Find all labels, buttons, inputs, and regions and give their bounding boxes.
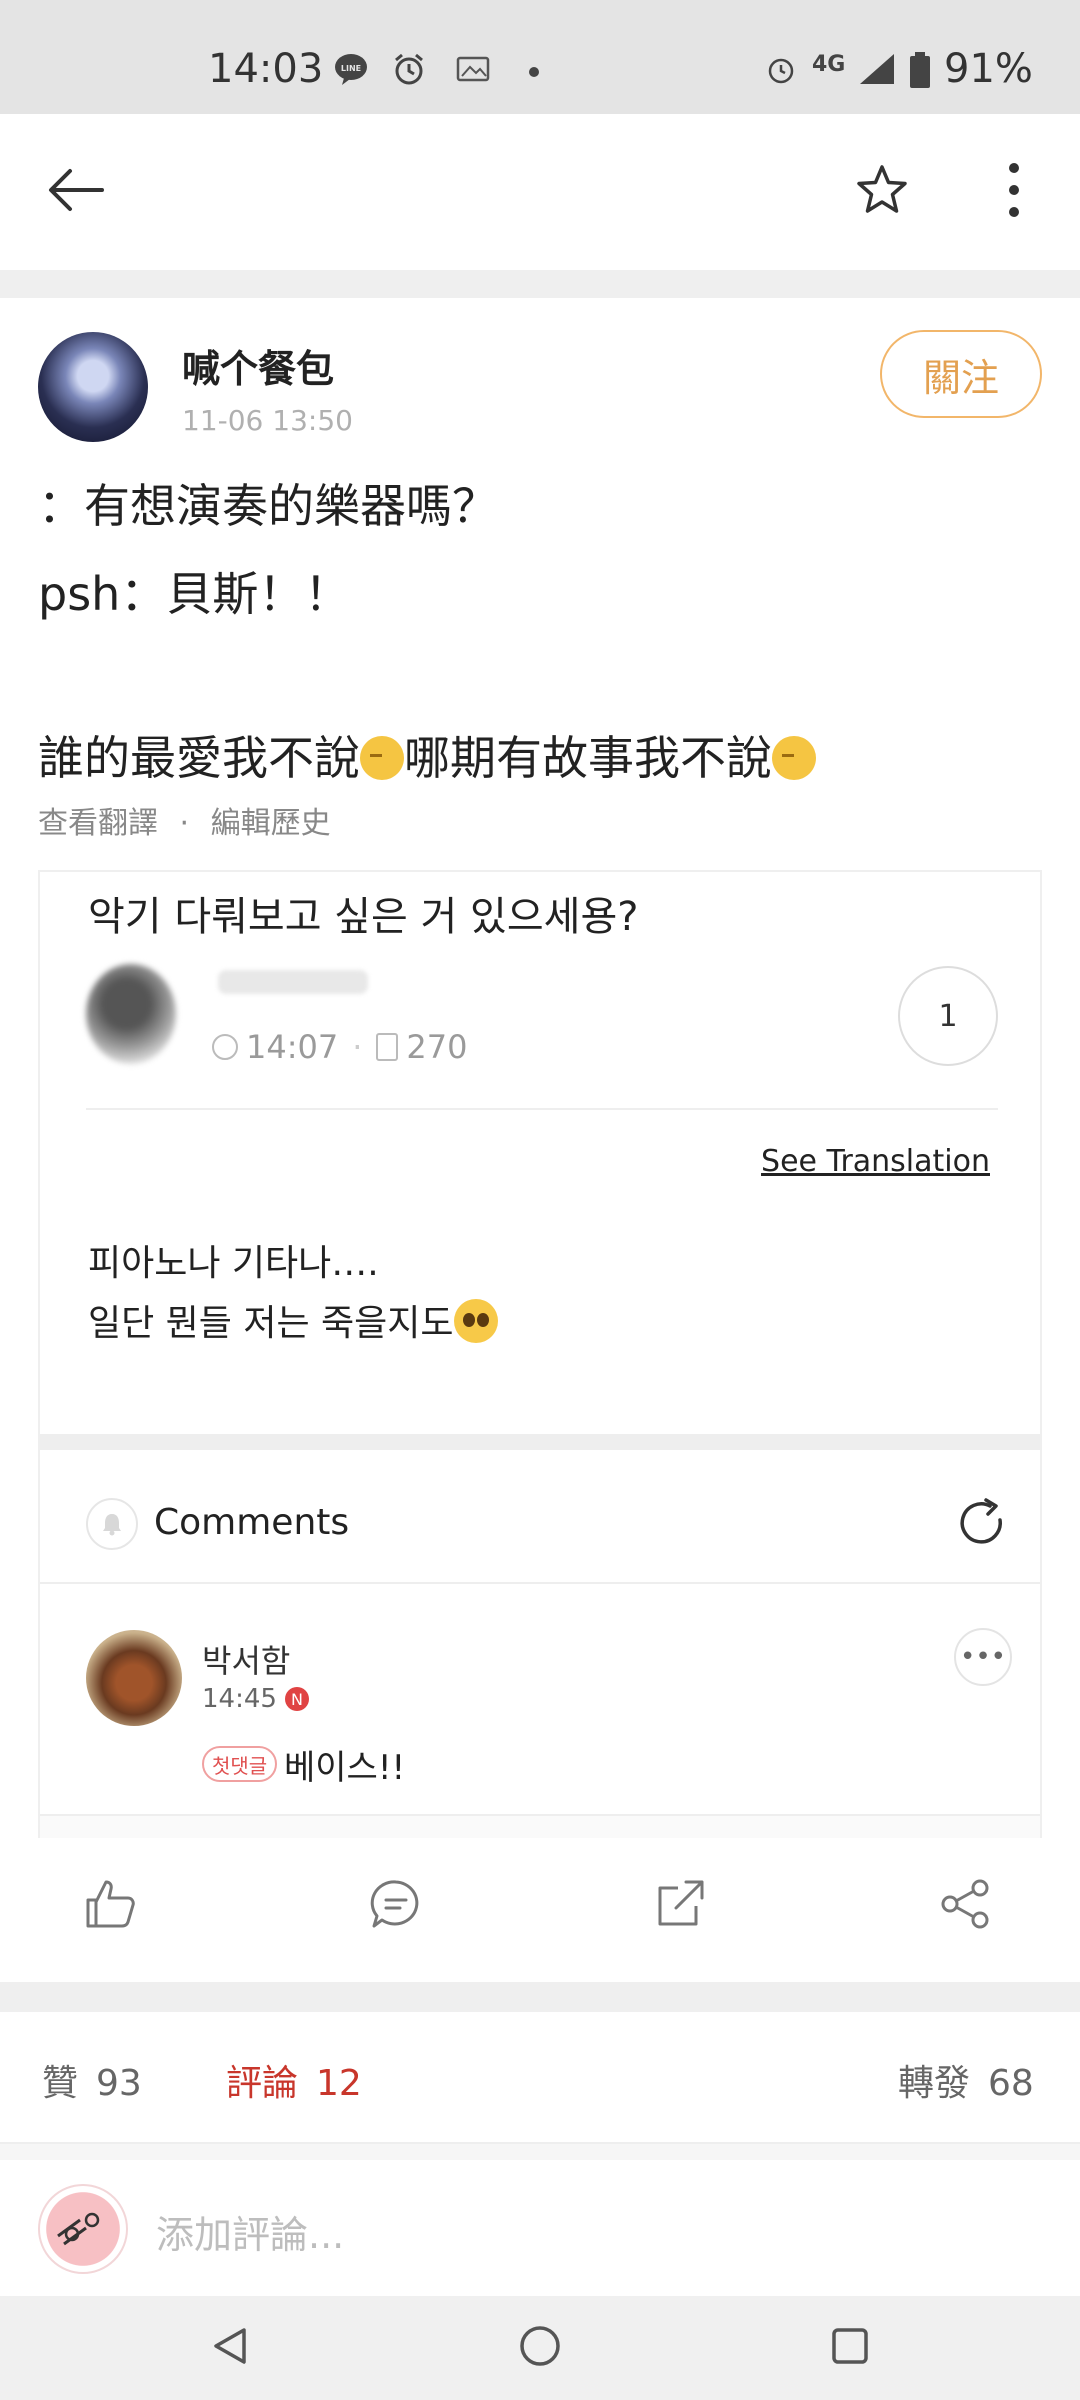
card-meta: 14:07 · 270 <box>212 1028 467 1066</box>
emoji-icon <box>772 736 816 780</box>
square-recents-icon <box>828 2324 872 2372</box>
comment-time-text: 14:45 <box>202 1684 277 1714</box>
signal-icon <box>858 52 894 86</box>
card-body-line: 피아노나 기타나…. <box>88 1243 379 1284</box>
new-badge: N <box>284 1687 309 1711</box>
bell-icon[interactable] <box>86 1498 138 1550</box>
nav-home-button[interactable] <box>510 2318 570 2378</box>
card-section-band <box>40 1434 1040 1450</box>
section-divider <box>0 2142 1080 2160</box>
card-bottom-edge <box>40 1814 1040 1838</box>
like-button[interactable] <box>82 1876 142 1936</box>
likes-count: 93 <box>96 2063 142 2104</box>
back-button[interactable] <box>40 156 112 228</box>
card-author-name-blurred <box>218 970 368 994</box>
post-text-line: ：有想演奏的樂器嗎？ <box>38 479 498 533</box>
follow-button[interactable]: 關注 <box>880 330 1042 418</box>
status-time: 14:03 <box>208 46 324 92</box>
share-icon <box>938 1879 994 1936</box>
see-translation-button[interactable]: See Translation <box>761 1144 990 1179</box>
nav-back-button[interactable] <box>200 2318 260 2378</box>
card-body-line: 일단 뭔들 저는 죽을지도 <box>88 1294 498 1346</box>
comments-stat[interactable]: 評論 12 <box>226 2054 362 2106</box>
see-translation-link[interactable]: 查看翻譯 <box>38 806 158 841</box>
line-icon: LINE <box>334 52 368 86</box>
comments-stat-label: 評論 <box>226 2063 299 2104</box>
reposts-stat[interactable]: 轉發 68 <box>898 2054 1034 2106</box>
app-bar <box>0 114 1080 270</box>
horizontal-dots-icon: ••• <box>959 1642 1006 1672</box>
commenter-name[interactable]: 박서함 <box>202 1636 290 1682</box>
embedded-post-card[interactable]: 악기 다뤄보고 싶은 거 있으세용? 14:07 · 270 1 See Tra… <box>38 870 1042 1838</box>
more-button[interactable] <box>978 156 1050 228</box>
triangle-back-icon <box>208 2324 252 2372</box>
card-divider <box>86 1108 998 1110</box>
post-text-segment: 哪期有故事我不說 <box>404 731 772 785</box>
system-nav-bar <box>0 2296 1080 2400</box>
post-text-line: 誰的最愛我不說 哪期有故事我不說 <box>38 722 816 788</box>
card-author-avatar <box>86 964 176 1064</box>
comments-count: 12 <box>316 2063 362 2104</box>
refresh-icon[interactable] <box>952 1494 1012 1554</box>
thumbs-up-icon <box>82 1880 138 1936</box>
star-icon <box>855 163 909 221</box>
link-separator: · <box>179 806 190 841</box>
circle-home-icon <box>517 2323 563 2373</box>
my-avatar <box>38 2184 128 2274</box>
emoji-icon <box>360 736 404 780</box>
nav-recents-button[interactable] <box>820 2318 880 2378</box>
commenter-avatar[interactable] <box>86 1630 182 1726</box>
author-name[interactable]: 喊个餐包 <box>182 338 334 393</box>
favorite-button[interactable] <box>846 156 918 228</box>
reposts-label: 轉發 <box>898 2063 971 2104</box>
author-avatar[interactable] <box>38 332 148 442</box>
post-text-segment: 誰的最愛我不說 <box>38 731 360 785</box>
clock-icon <box>212 1034 238 1060</box>
card-title: 악기 다뤄보고 싶은 거 있으세용? <box>88 894 639 940</box>
comments-header: Comments <box>40 1450 1040 1584</box>
card-views: 270 <box>406 1028 468 1066</box>
svg-text:LINE: LINE <box>341 64 361 73</box>
comments-label: Comments <box>154 1502 350 1543</box>
post-text-line: psh：貝斯！！ <box>38 567 351 621</box>
dot-icon <box>524 52 558 86</box>
status-bar: 14:03 LINE 4G 91% <box>0 0 1080 114</box>
card-body-text: 일단 뭔들 저는 죽을지도 <box>88 1303 454 1344</box>
battery-icon <box>908 52 932 88</box>
likes-stat[interactable]: 贊 93 <box>42 2054 142 2106</box>
translate-links: 查看翻譯 · 編輯歷史 <box>38 798 331 842</box>
add-comment-input[interactable]: 添加評論... <box>156 2204 344 2259</box>
comment-button[interactable] <box>368 1876 428 1936</box>
likes-label: 贊 <box>42 2063 79 2104</box>
vertical-dots-icon <box>1004 162 1024 222</box>
repost-button[interactable] <box>652 1876 712 1936</box>
battery-percentage: 91% <box>944 46 1033 92</box>
card-time: 14:07 <box>246 1028 339 1066</box>
repost-icon <box>652 1880 708 1936</box>
section-divider <box>0 1982 1080 2012</box>
image-icon <box>456 52 490 86</box>
share-button[interactable] <box>938 1876 998 1936</box>
first-comment-badge: 첫댓글 <box>202 1746 278 1782</box>
edit-history-link[interactable]: 編輯歷史 <box>211 806 331 841</box>
document-icon <box>376 1033 399 1061</box>
comment-icon <box>368 1880 424 1936</box>
card-comment-count[interactable]: 1 <box>898 966 998 1066</box>
comment-time: 14:45 N <box>202 1684 309 1714</box>
post-time: 11-06 13:50 <box>182 404 353 437</box>
meta-separator: · <box>352 1028 363 1066</box>
pleading-face-emoji-icon <box>453 1299 498 1343</box>
comment-text: 베이스!! <box>284 1748 406 1788</box>
reposts-count: 68 <box>988 2063 1034 2104</box>
comment-more-button[interactable]: ••• <box>954 1628 1012 1686</box>
alarm-small-icon <box>764 52 798 86</box>
alarm-icon <box>392 52 426 86</box>
arrow-left-icon <box>46 165 106 219</box>
network-label: 4G <box>812 52 846 77</box>
section-divider <box>0 270 1080 298</box>
